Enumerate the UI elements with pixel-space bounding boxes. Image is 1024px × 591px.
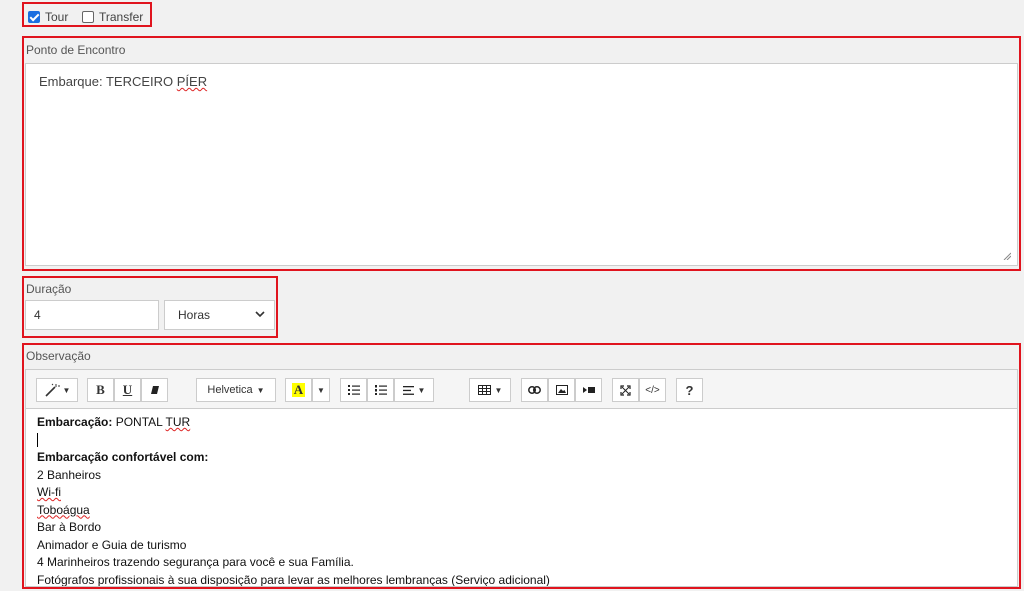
caret-down-icon: ▼ bbox=[417, 385, 426, 395]
resize-handle-icon[interactable] bbox=[1003, 252, 1011, 260]
unordered-list-button[interactable] bbox=[340, 378, 367, 402]
transfer-checkbox-box[interactable] bbox=[82, 11, 94, 23]
notes-editor[interactable]: Embarcação: PONTAL TUR Embarcação confor… bbox=[25, 409, 1018, 587]
clear-format-button[interactable] bbox=[141, 378, 168, 402]
vessel-name-misspelled: TUR bbox=[165, 415, 191, 429]
table-icon bbox=[477, 385, 491, 395]
duration-unit-select[interactable]: Horas bbox=[164, 300, 275, 330]
editor-line: 4 Marinheiros trazendo segurança para vo… bbox=[37, 555, 354, 569]
fullscreen-icon bbox=[620, 384, 631, 396]
duration-section: Duração Horas bbox=[22, 276, 278, 338]
magic-wand-icon bbox=[44, 383, 60, 397]
help-button[interactable]: ? bbox=[676, 378, 703, 402]
tour-checkbox-box[interactable] bbox=[28, 11, 40, 23]
transfer-label: Transfer bbox=[99, 10, 144, 24]
font-family-dropdown[interactable]: Helvetica ▼ bbox=[196, 378, 276, 402]
text-color-dropdown[interactable]: ▼ bbox=[312, 378, 330, 402]
underline-button[interactable]: U bbox=[114, 378, 141, 402]
insert-picture-button[interactable] bbox=[548, 378, 575, 402]
picture-icon bbox=[555, 385, 568, 395]
style-dropdown-button[interactable]: ▼ bbox=[36, 378, 78, 402]
tour-checkbox[interactable]: Tour bbox=[28, 10, 68, 24]
meeting-point-section: Ponto de Encontro Embarque: TERCEIRO PÍE… bbox=[22, 36, 1021, 271]
editor-line: Toboágua bbox=[37, 502, 1006, 520]
ordered-list-icon bbox=[374, 385, 387, 395]
editor-line: Fotógrafos profissionais à sua disposiçã… bbox=[37, 572, 550, 587]
vessel-label: Embarcação: bbox=[37, 415, 113, 429]
trip-type-group: Tour Transfer bbox=[22, 2, 152, 27]
fullscreen-button[interactable] bbox=[612, 378, 639, 402]
caret-down-icon: ▼ bbox=[62, 385, 71, 395]
caret-down-icon: ▼ bbox=[317, 385, 325, 395]
text-color-letter: A bbox=[291, 382, 306, 397]
codeview-button[interactable]: </> bbox=[639, 378, 666, 402]
video-icon bbox=[582, 387, 595, 393]
editor-line-vessel: Embarcação: PONTAL TUR bbox=[37, 414, 1006, 432]
tour-label: Tour bbox=[45, 10, 69, 24]
table-dropdown[interactable]: ▼ bbox=[469, 378, 511, 402]
paragraph-align-dropdown[interactable]: ▼ bbox=[394, 378, 434, 402]
text-color-button[interactable]: A bbox=[285, 378, 312, 402]
chevron-down-icon bbox=[255, 311, 265, 318]
caret-down-icon: ▼ bbox=[256, 385, 265, 395]
duration-input[interactable] bbox=[25, 300, 159, 330]
meeting-point-textarea[interactable]: Embarque: TERCEIRO PÍER bbox=[25, 63, 1018, 266]
bold-button[interactable]: B bbox=[87, 378, 114, 402]
editor-line: Animador e Guia de turismo bbox=[37, 537, 187, 552]
editor-line-misspelled: Wi-fi bbox=[37, 485, 61, 499]
meeting-point-label: Ponto de Encontro bbox=[26, 43, 126, 57]
duration-label: Duração bbox=[26, 282, 72, 296]
notes-label: Observação bbox=[26, 349, 91, 363]
text-cursor bbox=[37, 433, 38, 448]
insert-video-button[interactable] bbox=[575, 378, 602, 402]
duration-unit-value: Horas bbox=[178, 308, 211, 322]
ordered-list-button[interactable] bbox=[367, 378, 394, 402]
insert-link-button[interactable] bbox=[521, 378, 548, 402]
font-family-value: Helvetica bbox=[207, 384, 253, 396]
editor-line-cursor bbox=[37, 432, 1006, 450]
editor-line-heading: Embarcação confortável com: bbox=[37, 449, 1006, 467]
transfer-checkbox[interactable]: Transfer bbox=[82, 10, 143, 24]
link-icon bbox=[528, 386, 541, 394]
editor-line: 2 Banheiros bbox=[37, 467, 102, 482]
eraser-icon bbox=[150, 386, 159, 394]
align-icon bbox=[402, 385, 414, 395]
vessel-name: PONTAL bbox=[112, 415, 166, 429]
meeting-point-misspelled-word: PÍER bbox=[176, 74, 208, 89]
editor-line-misspelled: Toboágua bbox=[37, 502, 90, 517]
notes-section: Observação ▼ B U Helvetica ▼ A ▼ ▼ ▼ </>… bbox=[22, 343, 1021, 589]
editor-line: Wi-fi bbox=[37, 484, 1006, 502]
comfort-heading: Embarcação confortável com: bbox=[37, 450, 209, 464]
meeting-point-text: Embarque: TERCEIRO bbox=[39, 74, 177, 89]
unordered-list-icon bbox=[347, 385, 360, 395]
editor-toolbar: ▼ B U Helvetica ▼ A ▼ ▼ ▼ </> ? bbox=[25, 369, 1018, 409]
caret-down-icon: ▼ bbox=[494, 385, 503, 395]
editor-line: Bar à Bordo bbox=[37, 520, 102, 534]
